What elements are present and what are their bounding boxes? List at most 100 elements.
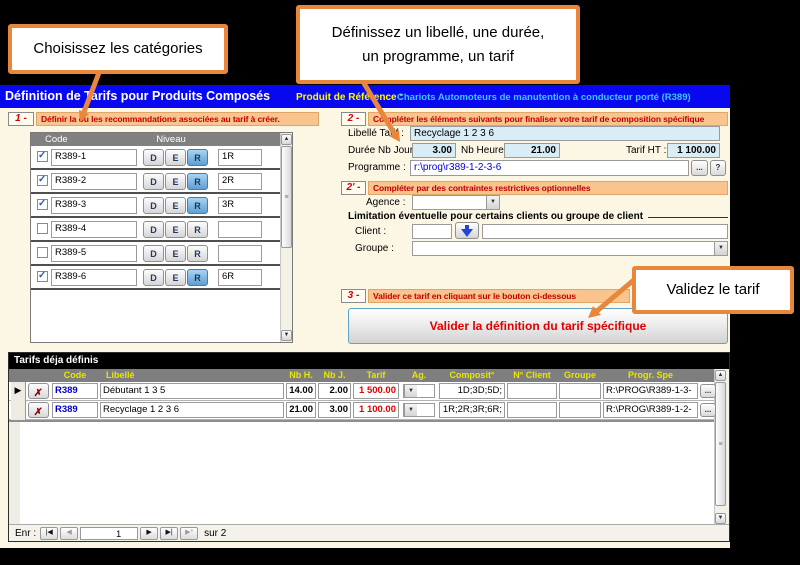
level-e-button[interactable]: E [165,173,186,190]
nav-record-number-input[interactable]: 1 [80,527,138,540]
client-code-input[interactable] [412,224,452,239]
level-e-button[interactable]: E [165,149,186,166]
level-r-button[interactable]: R [187,245,208,262]
delete-tariff-button[interactable]: ✗ [28,383,49,399]
nav-new-record-button[interactable]: ▶* [180,527,198,540]
tariff-progr-browse-button[interactable]: ... [700,384,716,398]
level-d-button[interactable]: D [143,149,164,166]
nav-next-button[interactable]: ▶ [140,527,158,540]
dropdown-icon[interactable]: ▼ [714,242,727,255]
level-r-button[interactable]: R [187,197,208,214]
list-scrollbar[interactable]: ▲ ≡ ▼ [280,133,292,342]
level-e-button[interactable]: E [165,245,186,262]
recommendation-list: Code Niveau ✓ R389-1 D E R 1R ✓ [30,132,293,343]
tariff-composit-field[interactable]: 1D;3D;5D; [439,383,505,399]
col-tarif: Tarif [353,370,399,381]
code-field[interactable]: R389-6 [51,269,137,286]
category-checkbox[interactable]: ✓ [37,199,48,210]
level-value-field[interactable]: 6R [218,269,262,286]
code-field[interactable]: R389-3 [51,197,137,214]
col-progr-spe: Progr. Spe [603,370,698,381]
record-selector[interactable]: ▶ [11,401,26,420]
code-field[interactable]: R389-2 [51,173,137,190]
tariff-code-field[interactable]: R389 [52,383,98,399]
scroll-up-button[interactable]: ▲ [281,134,292,145]
level-d-button[interactable]: D [143,269,164,286]
col-libelle: Libellé [100,370,284,381]
programme-browse-button[interactable]: ... [691,160,708,176]
category-checkbox[interactable]: ✓ [37,271,48,282]
tariff-progr-field[interactable]: R:\PROG\R389-1-3- [603,383,698,399]
level-d-button[interactable]: D [143,221,164,238]
tariff-nbh-field[interactable]: 14.00 [286,383,316,399]
tariff-libelle-field[interactable]: Recyclage 1 2 3 6 [100,402,284,418]
level-e-button[interactable]: E [165,221,186,238]
dropdown-icon[interactable]: ▼ [404,385,417,397]
duree-input[interactable]: 3.00 [412,143,456,158]
scroll-down-button[interactable]: ▼ [281,330,292,341]
delete-tariff-button[interactable]: ✗ [28,402,49,418]
level-d-button[interactable]: D [143,245,164,262]
datasheet-scrollbar-thumb[interactable]: ≡ [715,382,726,506]
level-r-button[interactable]: R [187,173,208,190]
level-value-field[interactable]: 3R [218,197,262,214]
category-checkbox[interactable]: ✓ [37,247,48,258]
list-scrollbar-thumb[interactable]: ≡ [281,146,292,248]
level-r-button[interactable]: R [187,269,208,286]
client-lookup-button[interactable] [455,222,479,239]
tariff-nbj-field[interactable]: 2.00 [318,383,351,399]
scroll-up-icon: ▲ [718,372,724,378]
tariff-agence-combo[interactable]: ▼ [403,403,435,417]
tariff-code-field[interactable]: R389 [52,402,98,418]
nav-prev-button[interactable]: ◀ [60,527,78,540]
code-field[interactable]: R389-5 [51,245,137,262]
dropdown-icon[interactable]: ▼ [486,196,499,209]
level-value-field[interactable]: 1R [218,149,262,166]
tariff-progr-field[interactable]: R:\PROG\R389-1-2- [603,402,698,418]
tariff-nbj-field[interactable]: 3.00 [318,402,351,418]
record-selector[interactable]: ▶ [11,382,26,401]
scroll-down-button[interactable]: ▼ [715,513,726,524]
category-checkbox[interactable]: ✓ [37,151,48,162]
tariff-composit-field[interactable]: 1R;2R;3R;6R; [439,402,505,418]
libelle-input[interactable]: Recyclage 1 2 3 6 [410,126,720,141]
level-r-button[interactable]: R [187,221,208,238]
tariff-progr-browse-button[interactable]: ... [700,403,716,417]
tariff-nclient-field[interactable] [507,383,557,399]
tariff-groupe-field[interactable] [559,383,601,399]
tariff-nclient-field[interactable] [507,402,557,418]
level-value-field[interactable] [218,245,262,262]
nb-heures-input[interactable]: 21.00 [504,143,560,158]
level-e-button[interactable]: E [165,269,186,286]
client-name-input[interactable] [482,224,728,239]
level-e-button[interactable]: E [165,197,186,214]
tariff-agence-combo[interactable]: ▼ [403,384,435,398]
code-field[interactable]: R389-1 [51,149,137,166]
scroll-down-icon: ▼ [718,515,724,521]
nav-first-button[interactable]: |◀ [40,527,58,540]
tariff-amount-field[interactable]: 1 100.00 [353,402,399,418]
tariff-nbh-field[interactable]: 21.00 [286,402,316,418]
scroll-up-button[interactable]: ▲ [715,370,726,381]
level-value-field[interactable]: 2R [218,173,262,190]
code-field[interactable]: R389-4 [51,221,137,238]
tariff-amount-field[interactable]: 1 500.00 [353,383,399,399]
level-d-button[interactable]: D [143,173,164,190]
groupe-combo[interactable]: ▼ [412,241,728,256]
level-value-field[interactable] [218,221,262,238]
dropdown-icon[interactable]: ▼ [404,404,417,416]
level-d-button[interactable]: D [143,197,164,214]
tariff-libelle-field[interactable]: Débutant 1 3 5 [100,383,284,399]
nav-last-button[interactable]: ▶| [160,527,178,540]
callout-text: Validez le tarif [666,278,759,302]
category-checkbox[interactable]: ✓ [37,175,48,186]
programme-help-button[interactable]: ? [710,160,726,176]
category-checkbox[interactable]: ✓ [37,223,48,234]
tariff-groupe-field[interactable] [559,402,601,418]
agence-combo[interactable]: ▼ [412,195,500,210]
callout-validate-tariff: Validez le tarif [632,266,794,314]
tarif-ht-input[interactable]: 1 100.00 [667,143,720,158]
callout-define-tariff: Définissez un libellé, une durée, un pro… [296,5,580,84]
level-r-button[interactable]: R [187,149,208,166]
programme-input[interactable]: r:\prog\r389-1-2-3-6 [410,160,689,176]
